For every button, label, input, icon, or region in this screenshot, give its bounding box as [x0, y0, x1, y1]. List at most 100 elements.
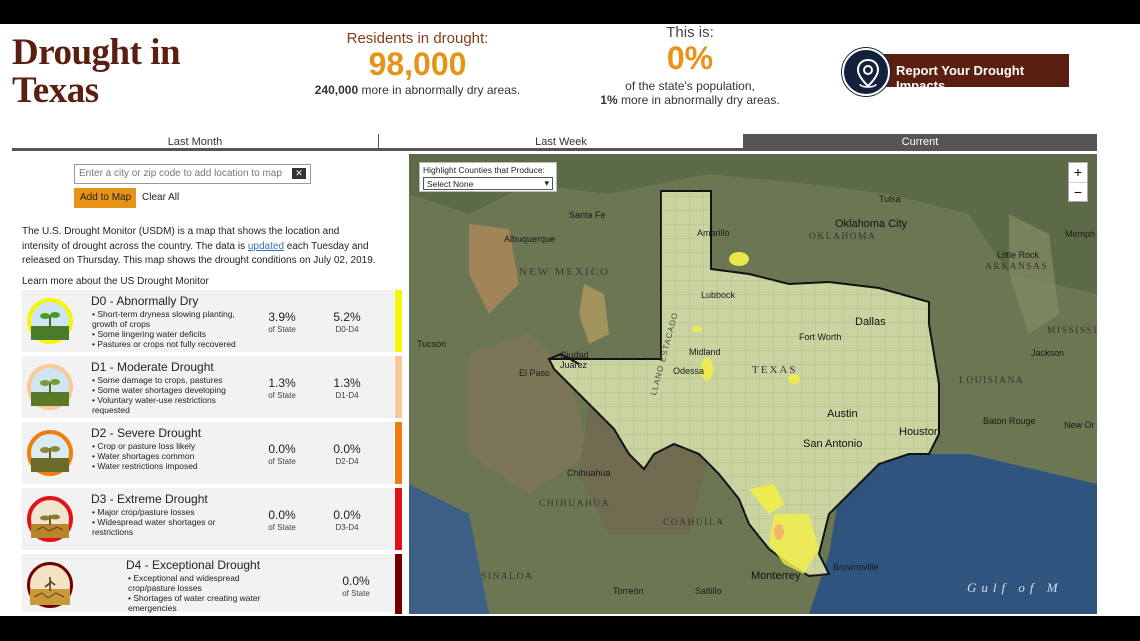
category-color-bar	[395, 356, 402, 418]
pct-range: 5.2% D0-D4	[333, 310, 361, 334]
label-mississippi: MISSISSIPI	[1047, 326, 1097, 336]
population-stat: This is: 0% of the state's population, 1…	[590, 24, 790, 107]
highlight-select[interactable]: Select None	[423, 177, 553, 190]
pct-value: 0%	[666, 40, 714, 76]
label-arkansas: ARKANSAS	[985, 262, 1049, 272]
category-d0: D0 - Abnormally Dry Short-term dryness s…	[22, 290, 402, 354]
pct-of-state: 1.3% of State	[268, 376, 296, 400]
highlight-label: Highlight Counties that Produce:	[423, 165, 545, 175]
top-letterbox	[0, 0, 1140, 24]
pct-range: 0.0% D2-D4	[333, 442, 361, 466]
category-title: D3 - Extreme Drought	[91, 492, 208, 506]
pct-sub-1: of the state's population,	[625, 79, 755, 93]
page: Drought in Texas Residents in drought: 9…	[0, 24, 1140, 616]
residents-sub: 240,000 more in abnormally dry areas.	[314, 83, 521, 97]
label-torreon: Torreón	[613, 586, 644, 596]
plant-dead-icon	[27, 562, 73, 608]
title-line-2: Texas	[12, 70, 99, 111]
tab-current[interactable]: Current	[743, 134, 1097, 151]
pct-range: 1.3% D1-D4	[333, 376, 361, 400]
category-bullets: Major crop/pasture losses Widespread wat…	[92, 507, 252, 537]
label-albuquerque: Albuquerque	[504, 234, 556, 244]
zoom-control: + −	[1068, 162, 1088, 202]
label-austin: Austin	[827, 408, 858, 420]
category-bullets: Exceptional and widespread crop/pasture …	[128, 573, 268, 613]
location-pin-icon[interactable]	[842, 48, 890, 96]
usdm-description: The U.S. Drought Monitor (USDM) is a map…	[22, 226, 376, 266]
category-color-bar	[395, 290, 402, 352]
add-to-map-button[interactable]: Add to Map	[74, 188, 136, 208]
plant-wilting-icon	[27, 364, 73, 410]
residents-label: Residents in drought:	[346, 30, 489, 47]
bottom-letterbox	[0, 616, 1140, 641]
residents-value: 98,000	[368, 46, 467, 82]
label-texas: TEXAS	[752, 364, 798, 376]
label-monterrey: Monterrey	[751, 570, 801, 582]
category-title: D0 - Abnormally Dry	[91, 294, 199, 308]
report-drought-impacts-button[interactable]: Report Your Drought Impacts	[866, 54, 1069, 93]
highlight-counties-control: Highlight Counties that Produce: Select …	[419, 162, 557, 192]
pct-of-state: 0.0% of State	[268, 508, 296, 532]
label-memphis: Memph	[1065, 229, 1096, 239]
label-el-paso: El Paso	[519, 368, 551, 378]
left-panel: Enter a city or zip code to add location…	[12, 154, 408, 614]
clear-input-icon[interactable]: ✕	[292, 168, 306, 179]
tab-last-week[interactable]: Last Week	[379, 134, 743, 151]
zoom-in-button[interactable]: +	[1069, 163, 1087, 183]
label-odessa: Odessa	[673, 366, 705, 376]
label-tucson: Tucson	[417, 339, 447, 349]
pct-of-state: 3.9% of State	[268, 310, 296, 334]
label-chihuahua-city: Chihuahua	[567, 468, 611, 478]
label-fort-worth: Fort Worth	[799, 332, 842, 342]
label-baton-rouge: Baton Rouge	[983, 416, 1036, 426]
location-search-input[interactable]: Enter a city or zip code to add location…	[74, 164, 311, 184]
label-oklahoma-city: Oklahoma City	[835, 218, 908, 230]
label-sinaloa: SINALOA	[481, 572, 534, 582]
category-color-bar	[395, 422, 402, 484]
label-lubbock: Lubbock	[701, 290, 736, 300]
label-tulsa: Tulsa	[879, 194, 901, 204]
label-new-orleans: New Or	[1064, 420, 1095, 430]
category-bullets: Short-term dryness slowing planting, gro…	[92, 309, 252, 349]
label-san-antonio: San Antonio	[803, 438, 863, 450]
zoom-out-button[interactable]: −	[1069, 183, 1087, 203]
category-d1: D1 - Moderate Drought Some damage to cro…	[22, 356, 402, 420]
label-ciudad-juarez: Ciudad Juárez	[560, 350, 589, 370]
pct-sub-2: 1% more in abnormally dry areas.	[600, 93, 780, 107]
tab-last-month[interactable]: Last Month	[12, 134, 379, 151]
pct-label: This is:	[666, 24, 714, 41]
category-title: D1 - Moderate Drought	[91, 360, 214, 374]
category-bullets: Some damage to crops, pastures Some wate…	[92, 375, 252, 415]
label-coahuila: COAHUILA	[663, 518, 725, 528]
pct-range: 0.0% D3-D4	[333, 508, 361, 532]
pct-range: 0.0% of State	[342, 574, 370, 598]
category-color-bar	[395, 488, 402, 550]
label-santa-fe: Santa Fe	[569, 210, 606, 220]
time-tabs: Last Month Last Week Current	[12, 134, 1097, 151]
page-title: Drought in Texas	[12, 34, 181, 111]
label-saltillo: Saltillo	[695, 586, 722, 596]
label-new-mexico: NEW MEXICO	[519, 266, 610, 278]
residents-stat: Residents in drought: 98,000 240,000 mor…	[310, 30, 525, 97]
label-amarillo: Amarillo	[697, 228, 730, 238]
category-d3: D3 - Extreme Drought Major crop/pasture …	[22, 488, 402, 552]
label-louisiana: LOUISIANA	[959, 376, 1025, 386]
label-jackson: Jackson	[1031, 348, 1065, 358]
label-gulf: Gulf of M	[967, 580, 1063, 595]
pct-of-state: 0.0% of State	[268, 442, 296, 466]
drought-map[interactable]: Highlight Counties that Produce: Select …	[409, 154, 1097, 614]
label-little-rock: Little Rock	[997, 250, 1040, 260]
learn-more-link[interactable]: Learn more about the US Drought Monitor	[22, 276, 209, 287]
category-title: D2 - Severe Drought	[91, 426, 202, 440]
label-midland: Midland	[689, 347, 721, 357]
category-bullets: Crop or pasture loss likely Water shorta…	[92, 441, 252, 471]
plant-cracked-soil-icon	[27, 496, 73, 542]
clear-all-button[interactable]: Clear All	[142, 192, 179, 203]
category-d2: D2 - Severe Drought Crop or pasture loss…	[22, 422, 402, 486]
updated-link[interactable]: updated	[248, 241, 284, 252]
label-oklahoma: OKLAHOMA	[809, 232, 877, 242]
category-color-bar	[395, 554, 402, 614]
label-brownsville: Brownsville	[833, 562, 879, 572]
plant-dry-icon	[27, 430, 73, 476]
category-d4: D4 - Exceptional Drought Exceptional and…	[22, 554, 402, 614]
